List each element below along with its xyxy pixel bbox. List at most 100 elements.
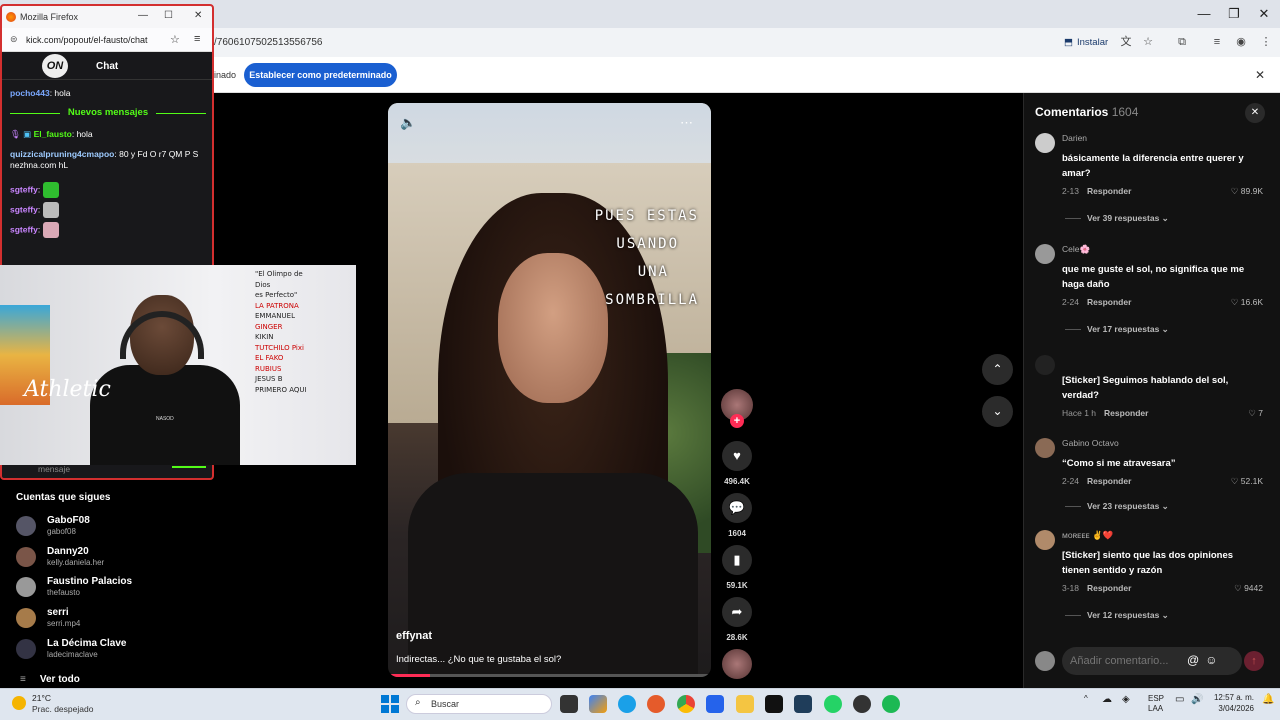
chat-username[interactable]: pocho443 [10, 88, 50, 98]
view-replies-button[interactable]: Ver 12 respuestas ⌄ [1065, 610, 1169, 621]
chat-username[interactable]: sgteffy [10, 224, 38, 234]
volume-icon[interactable]: 🔊 [1191, 694, 1203, 705]
obs-icon[interactable] [853, 695, 871, 713]
avatar[interactable] [1035, 244, 1055, 264]
menu-icon[interactable]: ⋮ [1258, 34, 1274, 50]
defender-icon[interactable] [706, 695, 724, 713]
weather-widget[interactable]: 21°C Prac. despejado [12, 693, 122, 715]
following-item[interactable]: Danny20 kelly.daniela.her [16, 544, 206, 572]
task-view-icon[interactable] [560, 695, 578, 713]
network-icon[interactable]: ▭ [1175, 694, 1184, 705]
maximize-icon[interactable]: ❐ [1222, 6, 1246, 22]
comment-user[interactable]: Gabino Octavo [1062, 438, 1119, 448]
send-icon[interactable]: ↑ [1244, 651, 1264, 671]
like-icon[interactable]: ♥ [722, 441, 752, 471]
media-icon[interactable]: ≡ [1209, 34, 1225, 50]
tray-chevron-icon[interactable]: ^ [1084, 694, 1088, 703]
emoji-icon[interactable]: ☺ [1205, 653, 1223, 667]
set-default-button[interactable]: Establecer como predeterminado [244, 63, 397, 87]
comment-user[interactable]: ᴍᴏʀᴇᴇᴇ ✌️❤️ [1062, 530, 1113, 541]
edge-icon[interactable] [618, 695, 636, 713]
reply-button[interactable]: Responder [1087, 297, 1131, 307]
comment-likes[interactable]: ♡ 7 [1248, 408, 1263, 419]
maximize-icon[interactable]: ☐ [164, 10, 173, 21]
avatar[interactable] [1035, 133, 1055, 153]
comment-likes[interactable]: ♡ 89.9K [1231, 186, 1263, 197]
reply-button[interactable]: Responder [1104, 408, 1148, 418]
notifications-icon[interactable]: 🔔 [1262, 694, 1274, 705]
comment-user[interactable]: Darien [1062, 133, 1087, 143]
bookmark-star-icon[interactable]: ☆ [1140, 34, 1156, 50]
close-icon[interactable]: ✕ [194, 10, 202, 21]
tray-app-icon[interactable]: ◈ [1122, 694, 1130, 705]
popout-url[interactable]: kick.com/popout/el-fausto/chat [26, 35, 148, 45]
url-text[interactable]: /7606107502513556756 [214, 37, 322, 48]
previous-video-icon[interactable]: ⌃ [982, 354, 1013, 385]
next-video-icon[interactable]: ⌄ [982, 396, 1013, 427]
view-replies-button[interactable]: Ver 17 respuestas ⌄ [1065, 324, 1169, 335]
following-item[interactable]: Faustino Palacios thefausto [16, 574, 206, 602]
mention-icon[interactable]: @ [1187, 653, 1205, 667]
video-player[interactable]: PUES ESTAS USANDO UNA SOMBRILLA 🔈 ⋯ effy… [388, 103, 711, 677]
popout-address-bar[interactable]: ⊜ kick.com/popout/el-fausto/chat ☆ ≡ [2, 28, 212, 52]
menu-icon[interactable]: ≡ [194, 33, 200, 45]
volume-icon[interactable]: 🔈 [400, 115, 416, 131]
composer-icons: @☺ [1187, 653, 1223, 667]
reply-button[interactable]: Responder [1087, 476, 1131, 486]
spotify-icon[interactable] [882, 695, 900, 713]
chat-send-bar[interactable] [172, 466, 206, 468]
comment-likes[interactable]: ♡ 52.1K [1231, 476, 1263, 487]
chat-username[interactable]: quizzicalpruning4cmapoo [10, 149, 114, 159]
music-disc-icon[interactable] [722, 649, 752, 679]
follow-plus-icon[interactable]: + [730, 414, 744, 428]
more-options-icon[interactable]: ⋯ [680, 115, 693, 131]
chrome-icon[interactable] [677, 695, 695, 713]
reply-button[interactable]: Responder [1087, 186, 1131, 196]
chat-username[interactable]: sgteffy [10, 184, 38, 194]
translate-icon[interactable]: 文 [1118, 34, 1134, 50]
video-author[interactable]: effynat [396, 630, 432, 642]
chat-username[interactable]: sgteffy [10, 204, 38, 214]
comment-likes[interactable]: ♡ 16.6K [1231, 297, 1263, 308]
comment-icon[interactable]: 💬 [722, 493, 752, 523]
chat-input-placeholder[interactable]: mensaje [38, 464, 70, 474]
avatar[interactable] [1035, 530, 1055, 550]
file-explorer-icon[interactable] [736, 695, 754, 713]
extensions-icon[interactable]: ⧉ [1174, 34, 1190, 50]
close-comments-icon[interactable]: ✕ [1245, 103, 1265, 123]
whatsapp-icon[interactable] [824, 695, 842, 713]
bookmark-icon[interactable]: ▮ [722, 545, 752, 575]
following-item[interactable]: La Décima Clave ladecimaclave [16, 636, 206, 664]
taskbar-search[interactable]: ⌕ Buscar [406, 694, 552, 714]
avatar[interactable] [1035, 355, 1055, 375]
firefox-icon[interactable] [647, 695, 665, 713]
see-all-link[interactable]: ≡ Ver todo [20, 674, 80, 685]
following-item[interactable]: serri serri.mp4 [16, 605, 206, 633]
language-indicator[interactable]: ESP LAA [1148, 694, 1164, 714]
bookmark-star-icon[interactable]: ☆ [170, 33, 180, 46]
view-replies-button[interactable]: Ver 23 respuestas ⌄ [1065, 501, 1169, 512]
comment-text: “Como si me atravesara” [1062, 458, 1176, 469]
comment-user[interactable]: Cele🌸 [1062, 244, 1090, 255]
avatar[interactable] [1035, 438, 1055, 458]
reply-button[interactable]: Responder [1087, 583, 1131, 593]
view-replies-button[interactable]: Ver 39 respuestas ⌄ [1065, 213, 1169, 224]
minimize-icon[interactable]: — [1192, 6, 1216, 21]
site-info-icon[interactable]: ⊜ [10, 34, 18, 45]
start-button[interactable] [381, 695, 399, 713]
following-item[interactable]: GaboF08 gabof08 [16, 513, 206, 541]
tray-app-icon[interactable]: ☁ [1102, 694, 1112, 705]
video-progress-bar[interactable] [388, 674, 711, 677]
tiktok-icon[interactable] [765, 695, 783, 713]
share-icon[interactable]: ➦ [722, 597, 752, 627]
install-button[interactable]: ⬒ Instalar [1058, 33, 1114, 51]
chat-username[interactable]: El_fausto [34, 129, 72, 139]
app-icon[interactable] [794, 695, 812, 713]
clock[interactable]: 12:57 a. m. 3/04/2026 [1210, 692, 1254, 714]
copilot-icon[interactable] [589, 695, 607, 713]
minimize-icon[interactable]: — [138, 10, 148, 21]
comment-likes[interactable]: ♡ 9442 [1234, 583, 1263, 594]
banner-close-icon[interactable]: ✕ [1255, 68, 1265, 82]
close-icon[interactable]: ✕ [1252, 6, 1276, 22]
profile-icon[interactable]: ◉ [1233, 34, 1249, 50]
